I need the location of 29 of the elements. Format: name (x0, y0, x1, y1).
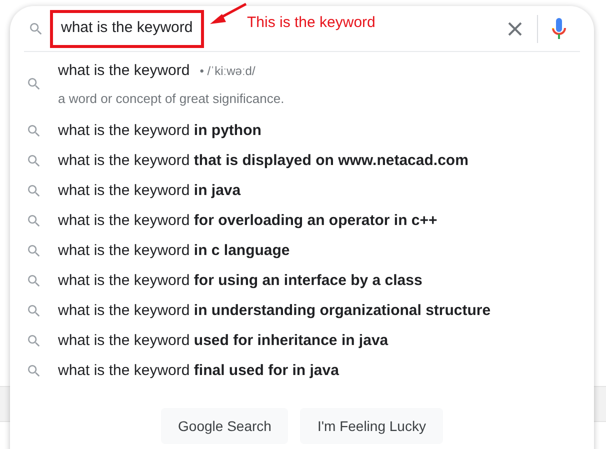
search-icon (26, 363, 42, 379)
search-icon (26, 333, 42, 349)
suggestion-item[interactable]: what is the keyword in c language (58, 240, 290, 262)
definition-text: a word or concept of great significance. (58, 90, 284, 108)
search-icon (26, 123, 42, 139)
suggestion-item[interactable]: what is the keyword in java (58, 180, 241, 202)
search-icon (26, 183, 42, 199)
pronunciation: • /ˈkiːwəːd/ (200, 63, 256, 80)
search-icon (26, 303, 42, 319)
search-icon (26, 76, 42, 92)
suggestion-item[interactable]: what is the keyword for overloading an operator in c++ (58, 210, 438, 232)
suggestion-item[interactable]: what is the keyword in python (58, 120, 262, 142)
microphone-icon[interactable] (552, 16, 566, 40)
close-icon[interactable] (507, 20, 523, 36)
search-icon (26, 273, 42, 289)
annotation-text: This is the keyword (247, 13, 376, 33)
search-button[interactable]: I'm Feeling Lucky (300, 408, 443, 444)
suggestion-item[interactable]: what is the keyword that is displayed on www.netacad.com (58, 150, 468, 172)
search-field[interactable]: what is the keyword (50, 10, 204, 48)
search-icon (28, 20, 44, 36)
search-icon (26, 213, 42, 229)
suggestion-item[interactable]: what is the keyword final used for in java (58, 360, 339, 382)
search-icon (26, 243, 42, 259)
suggestion-item[interactable]: what is the keyword used for inheritance in java (58, 330, 388, 352)
search-icon (26, 153, 42, 169)
search-button[interactable]: Google Search (161, 408, 288, 444)
definition-term[interactable]: what is the keyword (58, 60, 190, 82)
suggestion-item[interactable]: what is the keyword in understanding organizational structure (58, 300, 491, 322)
suggestion-item[interactable]: what is the keyword for using an interface by a class (58, 270, 422, 292)
